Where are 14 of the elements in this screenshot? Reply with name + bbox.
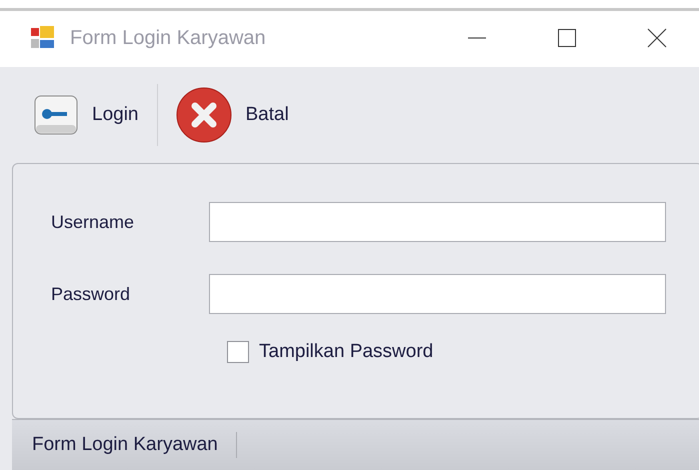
status-text: Form Login Karyawan [31, 432, 219, 457]
close-icon [176, 87, 232, 143]
cancel-button[interactable]: Batal [176, 87, 289, 143]
key-icon [34, 95, 78, 135]
input-field[interactable] [209, 202, 666, 242]
field-label: Password [51, 282, 132, 306]
close-icon[interactable] [647, 28, 667, 48]
login-button[interactable]: Login [34, 95, 138, 135]
show-password-checkbox[interactable]: Tampilkan Password [227, 338, 666, 366]
app-icon [30, 24, 56, 50]
input-field[interactable] [209, 274, 666, 314]
window-title: Form Login Karyawan [70, 26, 266, 50]
maximize-icon[interactable] [557, 28, 577, 48]
field-label: Username [51, 210, 136, 234]
